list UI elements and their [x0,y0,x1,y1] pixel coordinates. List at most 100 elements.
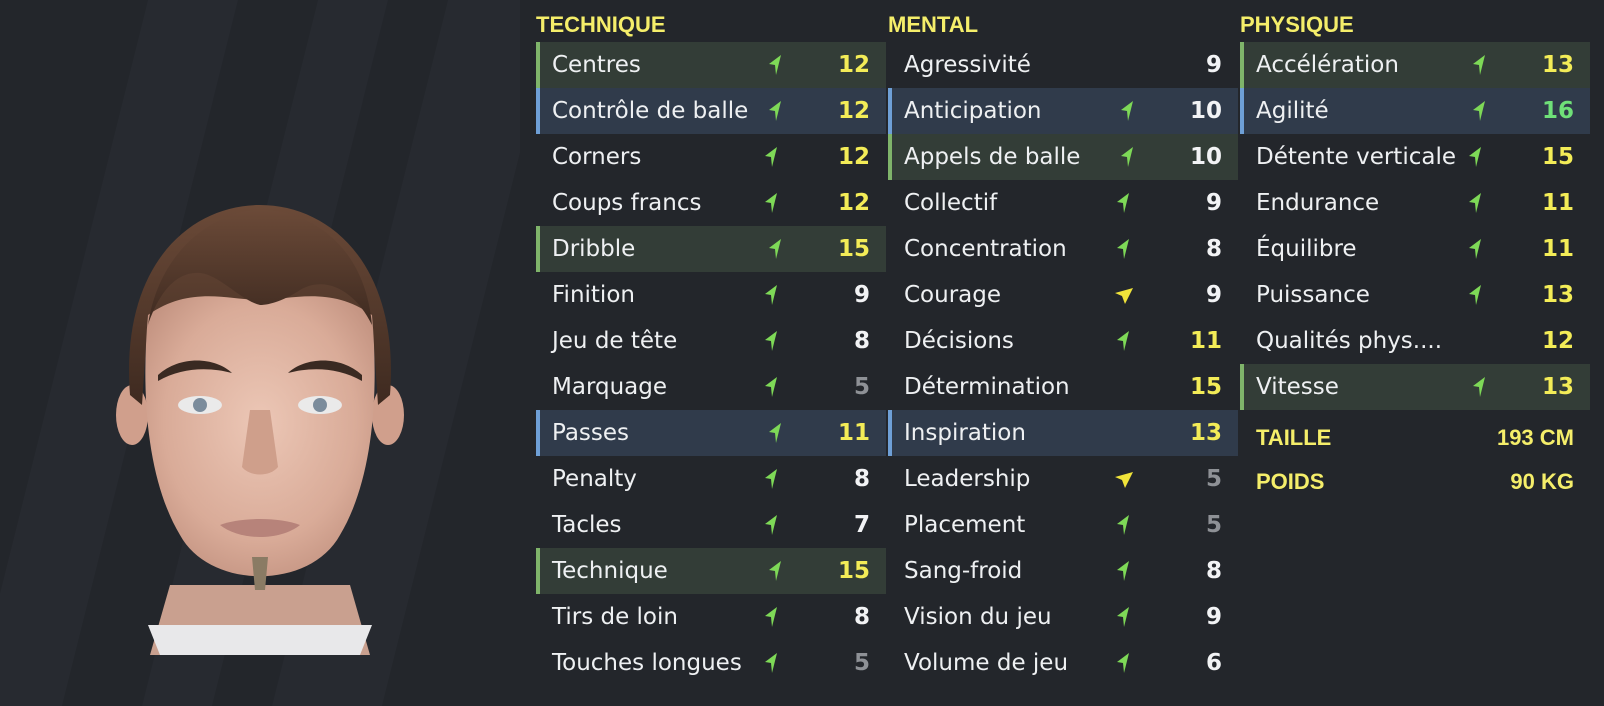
attribute-row[interactable]: Penalty 8 [536,456,886,502]
attribute-label: Jeu de tête [552,328,678,354]
trend-up-arrow-icon [1473,101,1485,121]
trend-up-arrow-icon [1121,147,1133,167]
attribute-label: Équilibre [1256,236,1357,262]
trend-up-arrow-icon [1117,607,1129,627]
attribute-value: 15 [1541,144,1574,170]
attribute-row[interactable]: Volume de jeu 6 [888,640,1238,686]
attribute-label: Vision du jeu [904,604,1052,630]
trend-flat-arrow-icon [1115,472,1133,488]
attribute-row[interactable]: Accélération 13 [1240,42,1590,88]
attribute-row[interactable]: Détente verticale 15 [1240,134,1590,180]
height-value: 193 CM [1496,425,1574,450]
attribute-row[interactable]: Technique 15 [536,548,886,594]
attribute-label: Coups francs [552,190,702,216]
attribute-row[interactable]: Endurance 11 [1240,180,1590,226]
attribute-row[interactable]: Centres 12 [536,42,886,88]
attribute-label: Placement [904,512,1026,538]
attribute-label: Qualités phys.... [1256,328,1443,354]
attribute-value: 9 [1205,52,1222,78]
attribute-row[interactable]: Placement 5 [888,502,1238,548]
attribute-row[interactable]: Dribble 15 [536,226,886,272]
attribute-row[interactable]: Touches longues 5 [536,640,886,686]
attribute-value: 16 [1541,98,1574,124]
attribute-row[interactable]: Détermination 15 [888,364,1238,410]
attribute-row[interactable]: Équilibre 11 [1240,226,1590,272]
attribute-row[interactable]: Contrôle de balle 12 [536,88,886,134]
attribute-row[interactable]: Décisions 11 [888,318,1238,364]
trend-up-arrow-icon [1117,331,1129,351]
attribute-value: 8 [1205,236,1222,262]
attribute-row[interactable]: Qualités phys.... 12 [1240,318,1590,364]
attribute-label: Agressivité [904,52,1031,78]
attribute-label: Courage [904,282,1002,308]
trend-up-arrow-icon [1117,239,1129,259]
attribute-label: Dribble [552,236,636,262]
attribute-value: 9 [1205,604,1222,630]
attribute-value: 12 [1541,328,1574,354]
mental-heading: MENTAL [888,12,979,37]
attribute-row[interactable]: Concentration 8 [888,226,1238,272]
attribute-label: Touches longues [552,650,742,676]
attribute-row[interactable]: Puissance 13 [1240,272,1590,318]
trend-up-arrow-icon [769,423,781,443]
trend-up-arrow-icon [1121,101,1133,121]
attribute-label: Marquage [552,374,668,400]
attribute-label: Finition [552,282,635,308]
attribute-label: Agilité [1256,98,1329,124]
attribute-row[interactable]: Marquage 5 [536,364,886,410]
attribute-row[interactable]: Jeu de tête 8 [536,318,886,364]
attribute-label: Accélération [1256,52,1399,78]
attribute-row[interactable]: Passes 11 [536,410,886,456]
attribute-row[interactable]: Collectif 9 [888,180,1238,226]
attribute-label: Volume de jeu [904,650,1069,676]
trend-up-arrow-icon [765,193,777,213]
attribute-row[interactable]: Courage 9 [888,272,1238,318]
trend-up-arrow-icon [765,377,777,397]
attribute-label: Décisions [904,328,1014,354]
trend-up-arrow-icon [1117,193,1129,213]
attribute-label: Vitesse [1256,374,1339,400]
trend-up-arrow-icon [1469,239,1481,259]
trend-up-arrow-icon [1473,377,1485,397]
attribute-label: Penalty [552,466,637,492]
physique-column: PHYSIQUE Accélération 13 Agilité 16 Détente … [1240,8,1590,504]
mental-column: MENTAL Agressivité 9 Anticipation 10 Appels … [888,8,1238,686]
trend-up-arrow-icon [769,101,781,121]
height-info: TAILLE 193 CM [1240,416,1590,460]
attribute-value: 13 [1189,420,1222,446]
attribute-row[interactable]: Appels de balle 10 [888,134,1238,180]
attribute-value: 13 [1541,374,1574,400]
trend-up-arrow-icon [765,515,777,535]
weight-value: 90 KG [1510,469,1574,494]
attribute-row[interactable]: Tacles 7 [536,502,886,548]
attribute-value: 15 [1189,374,1222,400]
trend-up-arrow-icon [769,55,781,75]
attribute-row[interactable]: Vitesse 13 [1240,364,1590,410]
attribute-label: Contrôle de balle [552,98,749,124]
attribute-value: 7 [853,512,870,538]
attribute-value: 5 [853,650,870,676]
weight-info: POIDS 90 KG [1240,460,1590,504]
attribute-row[interactable]: Coups francs 12 [536,180,886,226]
attribute-row[interactable]: Inspiration 13 [888,410,1238,456]
attribute-row[interactable]: Sang-froid 8 [888,548,1238,594]
trend-up-arrow-icon [1473,55,1485,75]
trend-flat-arrow-icon [1115,288,1133,304]
attribute-value: 15 [837,236,870,262]
attribute-row[interactable]: Leadership 5 [888,456,1238,502]
attribute-row[interactable]: Finition 9 [536,272,886,318]
attribute-row[interactable]: Anticipation 10 [888,88,1238,134]
trend-up-arrow-icon [1469,147,1481,167]
attribute-row[interactable]: Tirs de loin 8 [536,594,886,640]
attribute-label: Inspiration [904,420,1026,446]
trend-up-arrow-icon [1117,515,1129,535]
attribute-label: Anticipation [904,98,1042,124]
attribute-row[interactable]: Corners 12 [536,134,886,180]
physique-heading: PHYSIQUE [1240,12,1354,37]
attribute-label: Centres [552,52,641,78]
attribute-value: 8 [853,328,870,354]
attribute-row[interactable]: Vision du jeu 9 [888,594,1238,640]
attribute-row[interactable]: Agressivité 9 [888,42,1238,88]
trend-up-arrow-icon [765,147,777,167]
attribute-row[interactable]: Agilité 16 [1240,88,1590,134]
